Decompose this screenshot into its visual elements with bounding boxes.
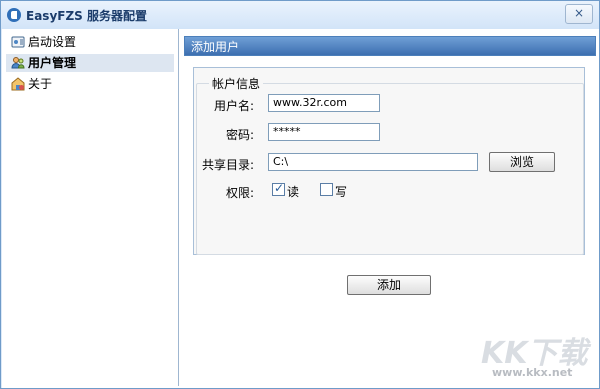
password-input[interactable]: ***** bbox=[268, 123, 380, 141]
permission-label: 权限: bbox=[225, 186, 254, 200]
sidebar-item-label: 用户管理 bbox=[28, 56, 77, 70]
about-icon bbox=[11, 77, 25, 91]
shared-dir-label: 共享目录: bbox=[201, 158, 254, 172]
sidebar: 启动设置 用户管理 关于 bbox=[2, 29, 179, 386]
check-icon: ✓ bbox=[274, 181, 285, 195]
section-header: 添加用户 bbox=[184, 36, 596, 56]
watermark-url: www.kkx.net bbox=[492, 366, 573, 379]
sidebar-item-startup[interactable]: 启动设置 bbox=[6, 33, 174, 51]
window-title: EasyFZS 服务器配置 bbox=[26, 9, 147, 23]
read-label: 读 bbox=[287, 185, 300, 199]
app-window: EasyFZS 服务器配置 × 启动设置 用户管理 关于 添加用户 帐户信息 用… bbox=[0, 0, 600, 389]
app-icon bbox=[7, 8, 21, 22]
title-bar[interactable]: EasyFZS 服务器配置 × bbox=[1, 1, 599, 29]
username-input[interactable]: www.32r.com bbox=[268, 94, 380, 112]
password-label: 密码: bbox=[225, 128, 254, 142]
write-checkbox[interactable] bbox=[320, 183, 333, 196]
watermark: KK下载 www.kkx.net bbox=[465, 328, 593, 384]
add-button[interactable]: 添加 bbox=[347, 275, 431, 295]
sidebar-item-label: 启动设置 bbox=[28, 35, 77, 49]
sidebar-item-about[interactable]: 关于 bbox=[6, 75, 174, 93]
sidebar-item-label: 关于 bbox=[28, 77, 53, 91]
write-label: 写 bbox=[335, 185, 348, 199]
startup-icon bbox=[11, 36, 25, 48]
users-icon bbox=[11, 57, 25, 69]
close-button[interactable]: × bbox=[565, 4, 593, 24]
sidebar-item-users[interactable]: 用户管理 bbox=[6, 54, 174, 72]
shared-dir-input[interactable]: C:\ bbox=[268, 153, 478, 171]
username-label: 用户名: bbox=[213, 99, 254, 113]
read-checkbox[interactable]: ✓ bbox=[272, 181, 285, 196]
browse-button[interactable]: 浏览 bbox=[489, 152, 555, 172]
group-title: 帐户信息 bbox=[209, 75, 264, 92]
